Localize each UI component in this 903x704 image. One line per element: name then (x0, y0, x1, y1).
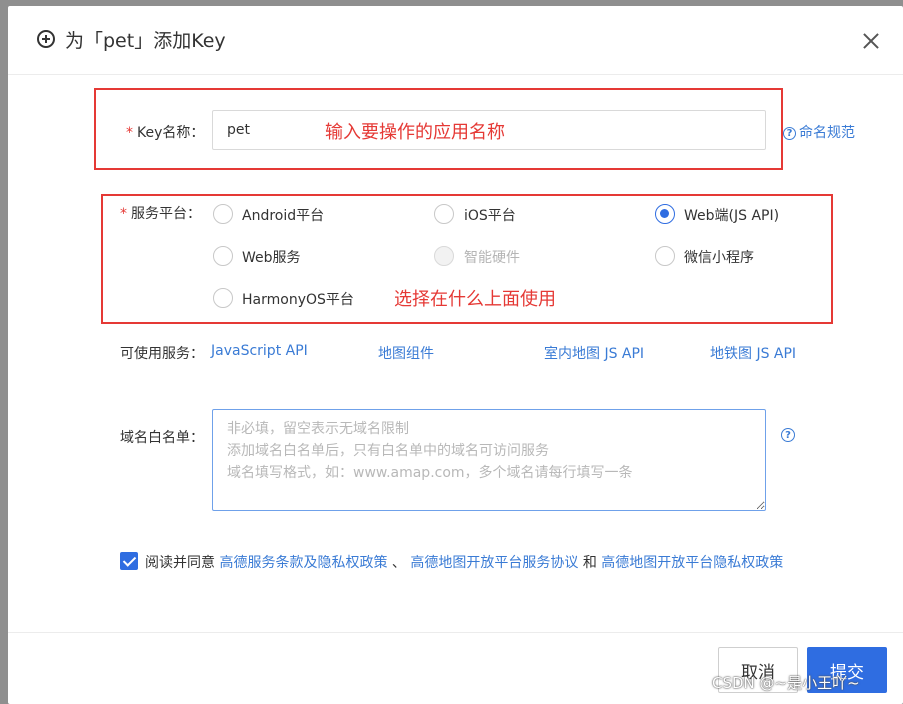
domain-whitelist-label: 域名白名单： (120, 430, 204, 446)
services-label: 可使用服务： (120, 346, 204, 362)
domain-whitelist-textarea[interactable] (212, 409, 766, 511)
footer-divider (8, 632, 903, 633)
agreement-text: 阅读并同意 高德服务条款及隐私权政策 、 高德地图开放平台服务协议 和 高德地图… (145, 555, 784, 571)
terms-link[interactable]: 高德服务条款及隐私权政策 (219, 555, 387, 571)
radio-circle-disabled (434, 246, 454, 266)
service-link-map-component[interactable]: 地图组件 (378, 343, 434, 363)
radio-circle (213, 288, 233, 308)
add-circle-icon (37, 30, 55, 48)
help-icon[interactable]: ? (781, 428, 795, 442)
watermark: CSDN @~是小王吖~ (712, 674, 860, 692)
help-icon: ? (783, 126, 796, 140)
privacy-policy-link[interactable]: 高德地图开放平台隐私权政策 (601, 555, 783, 571)
radio-circle-checked (655, 204, 675, 224)
service-agreement-link[interactable]: 高德地图开放平台服务协议 (410, 555, 578, 571)
platform-label: * 服务平台： (120, 206, 201, 222)
radio-circle (213, 246, 233, 266)
radio-circle (434, 204, 454, 224)
service-link-subway-map[interactable]: 地铁图 JS API (710, 343, 796, 363)
agreement-checkbox[interactable] (120, 552, 138, 570)
add-key-dialog: 为「pet」添加Key *Key名称： 输入要操作的应用名称 ?命名规范 *服务… (8, 6, 903, 704)
modal-backdrop (0, 0, 8, 704)
annotation-key-name: 输入要操作的应用名称 (325, 122, 505, 143)
required-mark: * (126, 125, 133, 141)
radio-circle (213, 204, 233, 224)
service-link-javascript-api[interactable]: JavaScript API (211, 343, 308, 359)
key-name-label: * Key名称： (126, 125, 205, 141)
radio-circle (655, 246, 675, 266)
required-mark: * (120, 206, 127, 222)
annotation-platform: 选择在什么上面使用 (394, 289, 556, 310)
naming-rules-link[interactable]: ? 命名规范 (783, 122, 855, 142)
dialog-header: 为「pet」添加Key (8, 6, 903, 75)
close-icon[interactable] (860, 30, 882, 52)
service-link-indoor-map[interactable]: 室内地图 JS API (544, 343, 644, 363)
dialog-title: 为「pet」添加Key (65, 30, 226, 52)
